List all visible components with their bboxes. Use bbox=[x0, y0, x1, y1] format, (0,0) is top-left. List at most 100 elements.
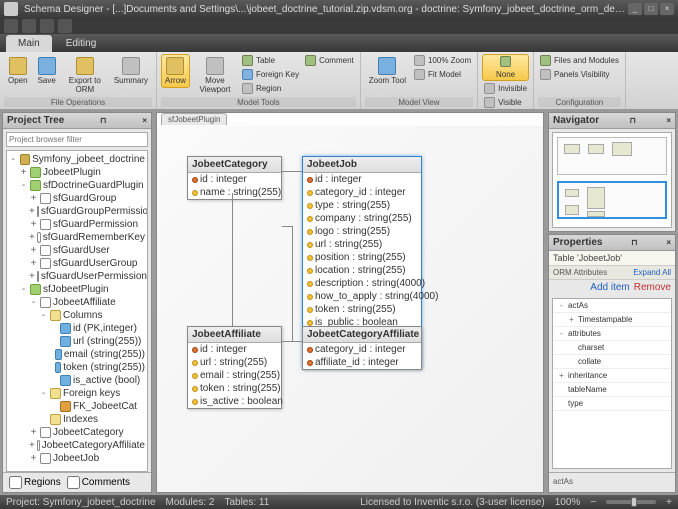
tree-item[interactable]: +JobeetCategoryAffiliate bbox=[9, 439, 145, 452]
group-view-label: Model View bbox=[365, 97, 473, 107]
tree-item[interactable]: Indexes bbox=[9, 413, 145, 426]
entity-jobeet-affiliate[interactable]: JobeetAffiliateid : integerurl : string(… bbox=[187, 326, 282, 409]
zoom-in-button[interactable]: + bbox=[666, 497, 672, 508]
maximize-button[interactable]: □ bbox=[644, 3, 658, 15]
canvas-tab[interactable]: sfJobeetPlugin bbox=[161, 113, 227, 125]
comment-tool-button[interactable]: Comment bbox=[303, 54, 356, 67]
grid-none-button[interactable]: None bbox=[482, 54, 529, 81]
move-viewport-button[interactable]: Move Viewport bbox=[192, 54, 238, 97]
tree-item[interactable]: +sfGuardUser bbox=[9, 244, 145, 257]
tree-item[interactable]: +sfGuardUserPermission bbox=[9, 270, 145, 283]
tree-item[interactable]: is_active (bool) bbox=[9, 374, 145, 387]
tree-item[interactable]: FK_JobeetCat bbox=[9, 400, 145, 413]
summary-button[interactable]: Summary bbox=[110, 54, 152, 88]
minimize-button[interactable]: _ bbox=[628, 3, 642, 15]
entity-jobeet-category-affiliate[interactable]: JobeetCategoryAffiliatecategory_id : int… bbox=[302, 326, 422, 370]
project-tree[interactable]: -Symfony_jobeet_doctrine +JobeetPlugin-s… bbox=[6, 150, 148, 472]
tree-item[interactable]: url (string(255)) bbox=[9, 335, 145, 348]
fit-model-button[interactable]: Fit Model bbox=[412, 68, 473, 81]
status-zoom: 100% bbox=[555, 497, 581, 508]
panels-visibility-button[interactable]: Panels Visibility bbox=[538, 68, 621, 81]
status-modules: Modules: 2 bbox=[166, 497, 215, 508]
open-button[interactable]: Open bbox=[4, 54, 32, 88]
panel-pin-icon[interactable]: ⊓ bbox=[631, 238, 637, 247]
files-modules-button[interactable]: Files and Modules bbox=[538, 54, 621, 67]
property-row[interactable]: -attributes bbox=[553, 327, 671, 341]
tab-main[interactable]: Main bbox=[6, 35, 52, 52]
tree-filter-input[interactable] bbox=[6, 132, 148, 147]
tree-item[interactable]: id (PK,integer) bbox=[9, 322, 145, 335]
regions-checkbox[interactable]: Regions bbox=[9, 476, 61, 489]
panel-pin-icon[interactable]: ⊓ bbox=[100, 116, 106, 125]
arrow-tool-button[interactable]: Arrow bbox=[161, 54, 190, 88]
tree-item[interactable]: +sfGuardPermission bbox=[9, 218, 145, 231]
zoom-tool-button[interactable]: Zoom Tool bbox=[365, 54, 410, 88]
qa-save-icon[interactable] bbox=[40, 19, 54, 33]
tree-item[interactable]: +sfGuardUserGroup bbox=[9, 257, 145, 270]
tree-item[interactable]: token (string(255)) bbox=[9, 361, 145, 374]
property-row[interactable]: +Timestampable bbox=[553, 313, 671, 327]
statusbar: Project: Symfony_jobeet_doctrine Modules… bbox=[0, 495, 678, 509]
nav-thumb-2[interactable] bbox=[557, 181, 667, 219]
tree-item[interactable]: +sfGuardGroupPermission bbox=[9, 205, 145, 218]
diagram-canvas[interactable]: sfJobeetPlugin JobeetCategoryid : intege… bbox=[156, 112, 544, 493]
save-button[interactable]: Save bbox=[34, 54, 60, 88]
tree-item[interactable]: +JobeetCategory bbox=[9, 426, 145, 439]
tree-item[interactable]: email (string(255)) bbox=[9, 348, 145, 361]
table-tool-button[interactable]: Table bbox=[240, 54, 301, 67]
navigator-panel: Navigator⊓× bbox=[548, 112, 676, 232]
tree-item[interactable]: +sfGuardRememberKey bbox=[9, 231, 145, 244]
comments-checkbox[interactable]: Comments bbox=[67, 476, 130, 489]
qa-new-icon[interactable] bbox=[4, 19, 18, 33]
property-row[interactable]: charset bbox=[553, 341, 671, 355]
nav-thumb-1[interactable] bbox=[557, 137, 667, 175]
panel-pin-icon[interactable]: ⊓ bbox=[630, 116, 636, 125]
grid-invisible-button[interactable]: Invisible bbox=[482, 82, 529, 95]
tree-item[interactable]: +sfGuardGroup bbox=[9, 192, 145, 205]
qa-open-icon[interactable] bbox=[22, 19, 36, 33]
panel-close-icon[interactable]: × bbox=[142, 116, 147, 125]
export-button[interactable]: Export to ORM bbox=[62, 54, 108, 97]
zoom-100-button[interactable]: 100% Zoom bbox=[412, 54, 473, 67]
tree-item[interactable]: -sfJobeetPlugin bbox=[9, 283, 145, 296]
connector bbox=[292, 226, 293, 341]
tab-editing[interactable]: Editing bbox=[54, 35, 109, 52]
qa-undo-icon[interactable] bbox=[58, 19, 72, 33]
ribbon: Open Save Export to ORM Summary File Ope… bbox=[0, 52, 678, 110]
connector bbox=[282, 226, 292, 227]
properties-panel: Properties ⊓ × Table 'JobeetJob' ORM Attri… bbox=[548, 234, 676, 493]
property-row[interactable]: +inheritance bbox=[553, 369, 671, 383]
tree-item[interactable]: +JobeetJob bbox=[9, 452, 145, 465]
zoom-slider[interactable] bbox=[606, 500, 656, 504]
status-tables: Tables: 11 bbox=[224, 497, 269, 508]
property-row[interactable]: collate bbox=[553, 355, 671, 369]
fk-tool-button[interactable]: Foreign Key bbox=[240, 68, 301, 81]
tree-item[interactable]: -JobeetAffiliate bbox=[9, 296, 145, 309]
remove-link[interactable]: Remove bbox=[634, 282, 671, 293]
close-button[interactable]: × bbox=[660, 3, 674, 15]
prop-col-attr: ORM Attributes bbox=[549, 266, 612, 279]
properties-section: Table 'JobeetJob' bbox=[549, 251, 675, 266]
tree-item[interactable]: -sfDoctrineGuardPlugin bbox=[9, 179, 145, 192]
expand-all-link[interactable]: Expand All bbox=[612, 266, 675, 279]
properties-title: Properties bbox=[553, 237, 602, 248]
project-tree-panel: Project Tree⊓× -Symfony_jobeet_doctrine … bbox=[2, 112, 152, 493]
region-tool-button[interactable]: Region bbox=[240, 82, 301, 95]
tree-item[interactable]: +JobeetPlugin bbox=[9, 166, 145, 179]
add-item-link[interactable]: Add item bbox=[590, 282, 629, 293]
tree-root[interactable]: -Symfony_jobeet_doctrine bbox=[9, 153, 145, 166]
property-row[interactable]: tableName bbox=[553, 383, 671, 397]
panel-close-icon[interactable]: × bbox=[666, 238, 671, 247]
properties-description: actAs bbox=[549, 472, 675, 492]
group-model-label: Model Tools bbox=[161, 97, 356, 107]
tree-item[interactable]: -Columns bbox=[9, 309, 145, 322]
status-license: Licensed to Inventic s.r.o. (3-user lice… bbox=[360, 497, 545, 508]
entity-jobeet-category[interactable]: JobeetCategoryid : integername : string(… bbox=[187, 156, 282, 200]
panel-close-icon[interactable]: × bbox=[666, 116, 671, 125]
property-row[interactable]: -actAs bbox=[553, 299, 671, 313]
status-project: Project: Symfony_jobeet_doctrine bbox=[6, 497, 156, 508]
zoom-out-button[interactable]: − bbox=[590, 497, 596, 508]
grid-visible-button[interactable]: Visible bbox=[482, 96, 529, 109]
property-row[interactable]: type bbox=[553, 397, 671, 411]
tree-item[interactable]: -Foreign keys bbox=[9, 387, 145, 400]
